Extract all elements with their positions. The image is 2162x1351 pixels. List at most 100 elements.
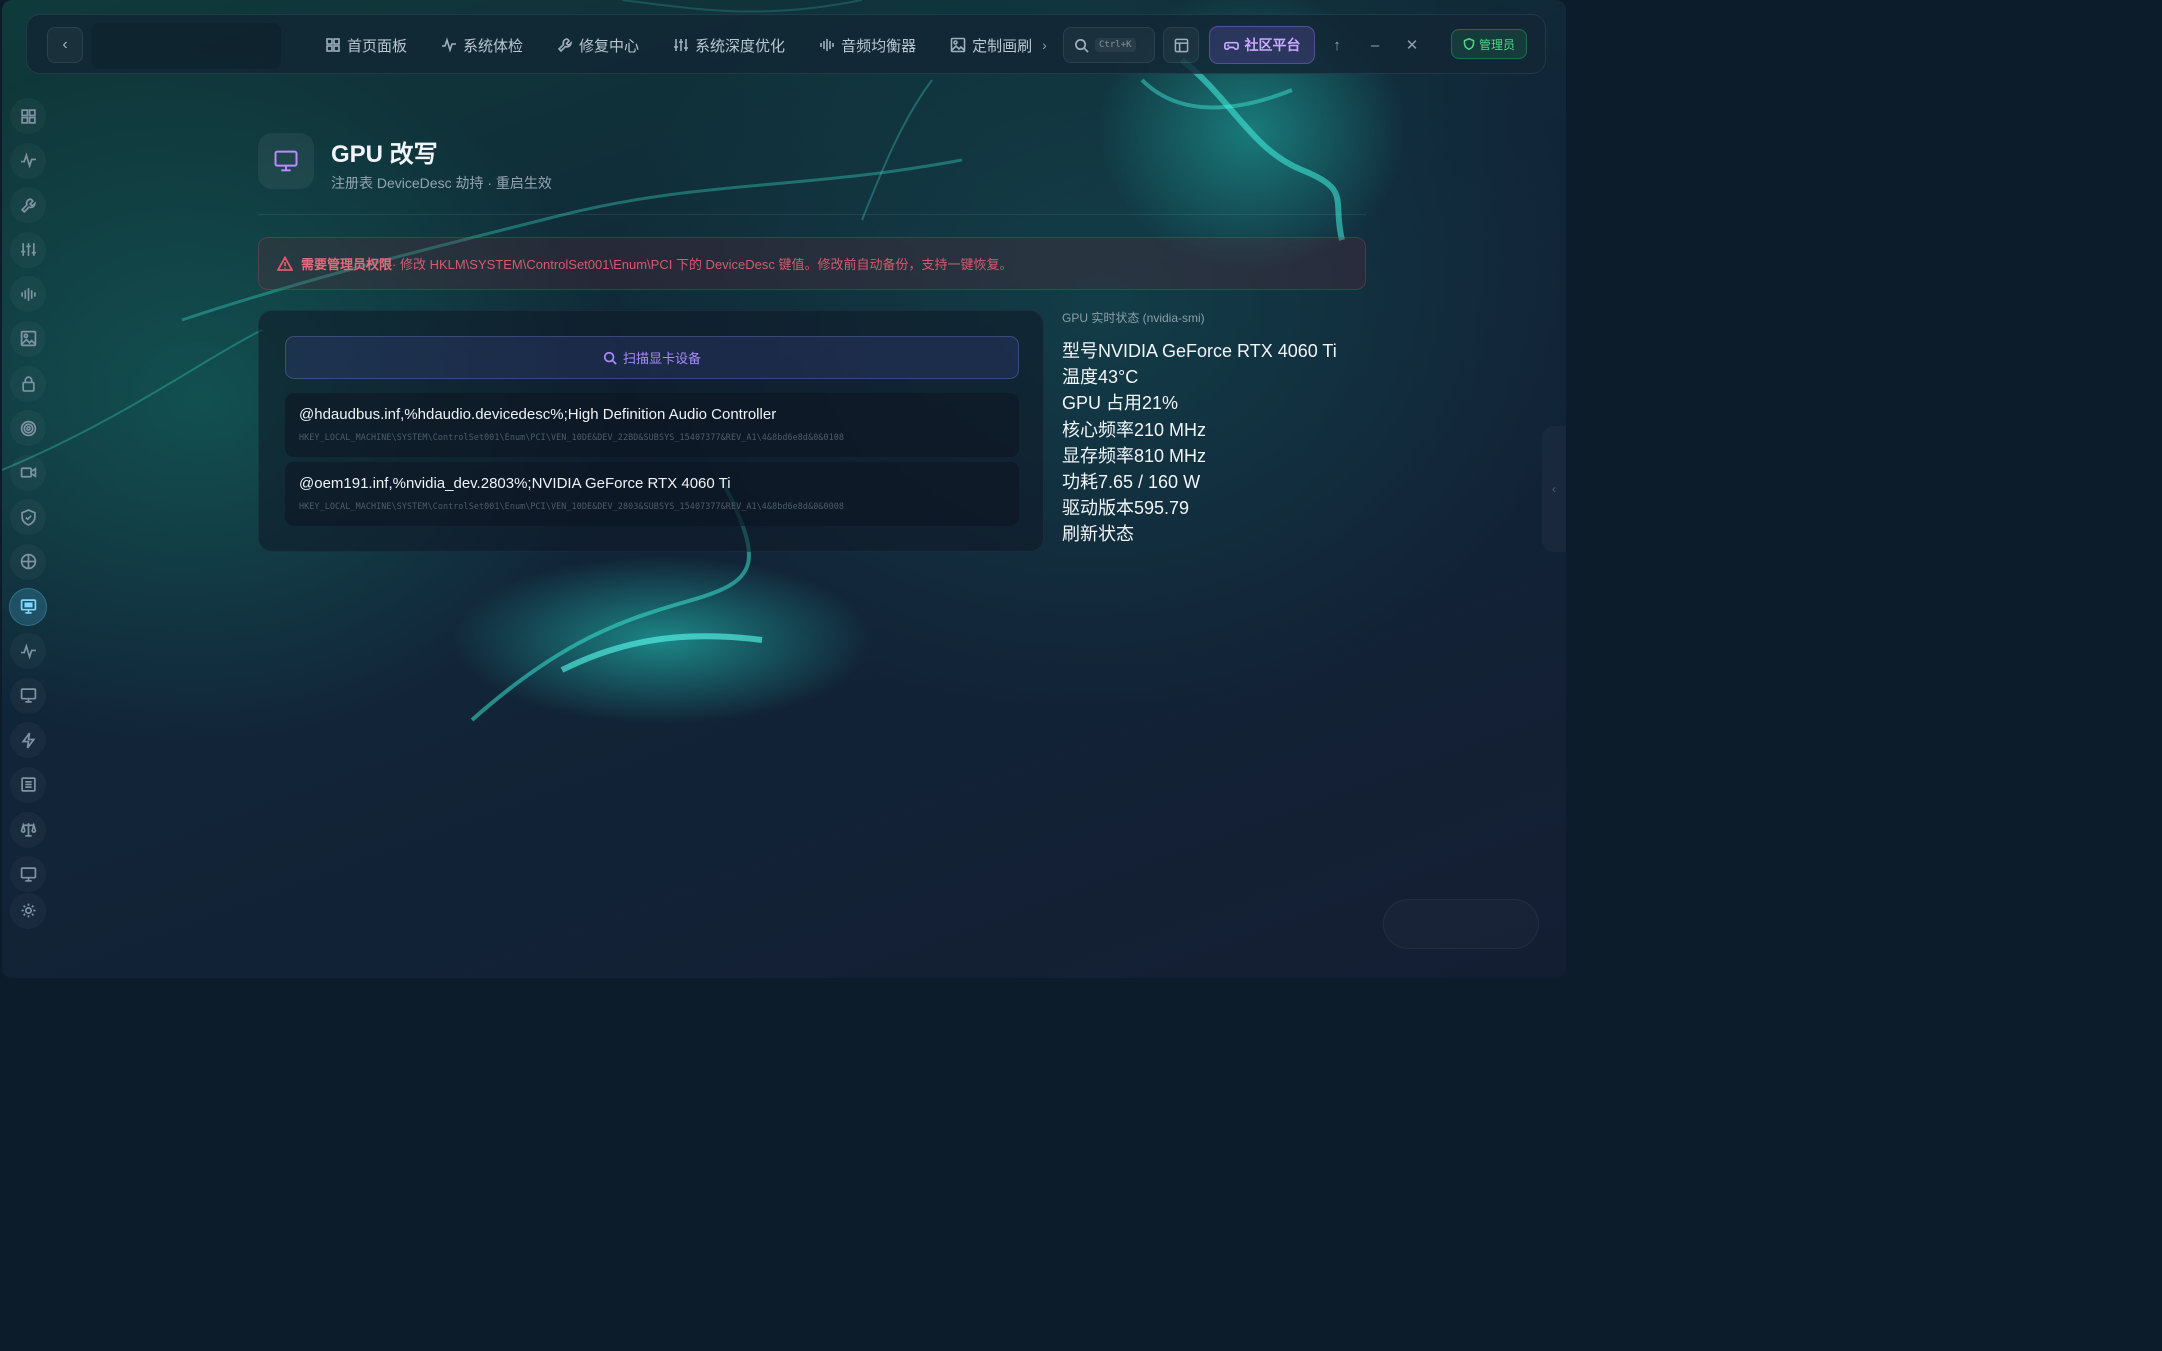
display-icon (20, 688, 36, 703)
activity-icon (20, 642, 36, 660)
close-button[interactable]: ✕ (1400, 33, 1424, 57)
header-divider (258, 214, 1366, 215)
monitor-icon (20, 599, 36, 614)
sidebar-item-lock[interactable] (10, 366, 46, 402)
status-temperature: 温度43°C (1062, 367, 1139, 388)
page-header-icon (258, 133, 314, 189)
globe-icon (20, 554, 36, 570)
sidebar-item-dashboard[interactable] (10, 98, 46, 134)
nav-item-label: 首页面板 (347, 37, 408, 55)
chevron-right-icon: › (1042, 37, 1047, 53)
sidebar-item-screen[interactable] (10, 856, 46, 892)
layout-icon (1174, 38, 1188, 52)
nav-item-custom-brush[interactable]: 定制画刷 › (950, 35, 1047, 56)
camera-icon (20, 467, 36, 479)
status-title: GPU 实时状态 (nvidia-smi) (1062, 311, 1205, 325)
nav-item-audio-equalizer[interactable]: 音频均衡器 (819, 35, 916, 56)
admin-badge: 管理员 (1451, 29, 1527, 59)
search-icon (1075, 38, 1089, 53)
warning-icon (277, 255, 293, 271)
main-nav: 首页面板 系统体检 修复中心 系统深度优化 音频均衡器 定制画刷 › (325, 15, 1081, 75)
sidebar-item-system-check[interactable] (10, 143, 46, 179)
sidebar-item-globe[interactable] (10, 544, 46, 580)
gpu-status-panel: GPU 实时状态 (nvidia-smi) 型号NVIDIA GeForce R… (1062, 309, 1337, 548)
warning-title: 需要管理员权限 (301, 257, 393, 272)
settings-icon (21, 903, 35, 918)
sidebar-item-target[interactable] (10, 410, 46, 446)
back-button[interactable]: ‹ (47, 27, 83, 63)
side-drawer-handle[interactable]: ‹ (1542, 426, 1566, 552)
sidebar-item-brush[interactable] (10, 321, 46, 357)
device-name: @oem191.inf,%nvidia_dev.2803%;NVIDIA GeF… (299, 475, 731, 492)
sliders-icon (20, 243, 36, 257)
nav-item-label: 修复中心 (579, 37, 640, 55)
status-power: 功耗7.65 / 160 W (1062, 472, 1201, 493)
image-icon (950, 37, 966, 53)
sidebar-item-equalizer[interactable] (10, 276, 46, 312)
device-item[interactable]: @hdaudbus.inf,%hdaudio.devicedesc%;High … (285, 393, 1019, 457)
sidebar-item-power[interactable] (10, 722, 46, 758)
sidebar-item-balance[interactable] (10, 812, 46, 848)
nav-item-repair-center[interactable]: 修复中心 (557, 35, 639, 56)
app-logo-area (91, 23, 281, 69)
wrench-icon (20, 197, 36, 213)
scale-icon (20, 822, 36, 837)
status-model: 型号NVIDIA GeForce RTX 4060 Ti (1062, 341, 1337, 361)
sidebar-item-shield[interactable] (10, 499, 46, 535)
search-shortcut: Ctrl+K (1095, 38, 1136, 52)
status-core-clock: 核心频率210 MHz (1062, 419, 1207, 440)
gamepad-icon (1223, 41, 1239, 50)
minimize-button[interactable]: – (1363, 33, 1387, 57)
sidebar-item-activity[interactable] (10, 633, 46, 669)
sidebar-item-gpu-rewrite[interactable] (10, 588, 46, 625)
minimize-icon: – (1370, 36, 1380, 54)
scan-devices-button[interactable]: 扫描显卡设备 (285, 336, 1019, 379)
device-item[interactable]: @oem191.inf,%nvidia_dev.2803%;NVIDIA GeF… (285, 462, 1019, 526)
pin-top-button[interactable]: ↑ (1325, 33, 1349, 57)
lock-icon (21, 376, 35, 392)
nav-item-deep-optimize[interactable]: 系统深度优化 (673, 35, 785, 56)
refresh-status-button[interactable]: 刷新状态 (1062, 521, 1337, 547)
layout-toggle-button[interactable] (1163, 27, 1199, 63)
screen-icon (20, 866, 36, 882)
equalizer-icon (20, 288, 36, 301)
search-icon (603, 351, 617, 365)
sidebar-item-logs[interactable] (10, 767, 46, 803)
pulse-icon (442, 37, 457, 53)
list-icon (20, 777, 36, 793)
scan-label: 扫描显卡设备 (622, 351, 701, 366)
sidebar-item-camera[interactable] (10, 455, 46, 491)
device-name: @hdaudbus.inf,%hdaudio.devicedesc%;High … (299, 406, 777, 423)
sidebar-item-settings[interactable] (10, 893, 46, 929)
admin-warning-banner: 需要管理员权限· 修改 HKLM\SYSTEM\ControlSet001\En… (258, 237, 1366, 290)
target-icon (20, 420, 36, 436)
admin-label: 管理员 (1478, 37, 1515, 52)
monitor-icon (274, 150, 298, 172)
shield-icon (1463, 38, 1475, 50)
status-driver-version: 驱动版本595.79 (1062, 498, 1190, 519)
status-memory-clock: 显存频率810 MHz (1062, 445, 1207, 466)
top-navigation-bar: ‹ 首页面板 系统体检 修复中心 系统深度优化 音频均衡器 定制画刷 › Ctr… (26, 14, 1546, 74)
sidebar (10, 98, 46, 937)
grid-icon (20, 108, 36, 124)
nav-item-label: 系统体检 (463, 37, 524, 55)
device-registry-path: HKEY_LOCAL_MACHINE\SYSTEM\ControlSet001\… (299, 432, 845, 442)
image-icon (20, 331, 36, 347)
page-subtitle: 注册表 DeviceDesc 劫持 · 重启生效 (331, 175, 552, 191)
equalizer-icon (820, 39, 834, 51)
sidebar-item-repair[interactable] (10, 187, 46, 223)
arrow-up-icon: ↑ (1333, 36, 1341, 54)
search-button[interactable]: Ctrl+K (1063, 27, 1155, 63)
sidebar-item-display[interactable] (10, 678, 46, 714)
nav-item-label: 定制画刷 (972, 37, 1033, 55)
status-gpu-usage: GPU 占用21% (1062, 393, 1179, 414)
floating-widget[interactable] (1383, 899, 1539, 949)
sidebar-item-optimize[interactable] (10, 232, 46, 268)
page-title: GPU 改写 (331, 141, 438, 168)
bolt-icon (20, 732, 36, 749)
chevron-left-icon: ‹ (62, 36, 68, 53)
nav-item-dashboard[interactable]: 首页面板 (325, 35, 407, 56)
nav-item-system-check[interactable]: 系统体检 (441, 35, 523, 56)
sliders-icon (674, 39, 689, 51)
community-platform-button[interactable]: 社区平台 (1209, 26, 1315, 64)
